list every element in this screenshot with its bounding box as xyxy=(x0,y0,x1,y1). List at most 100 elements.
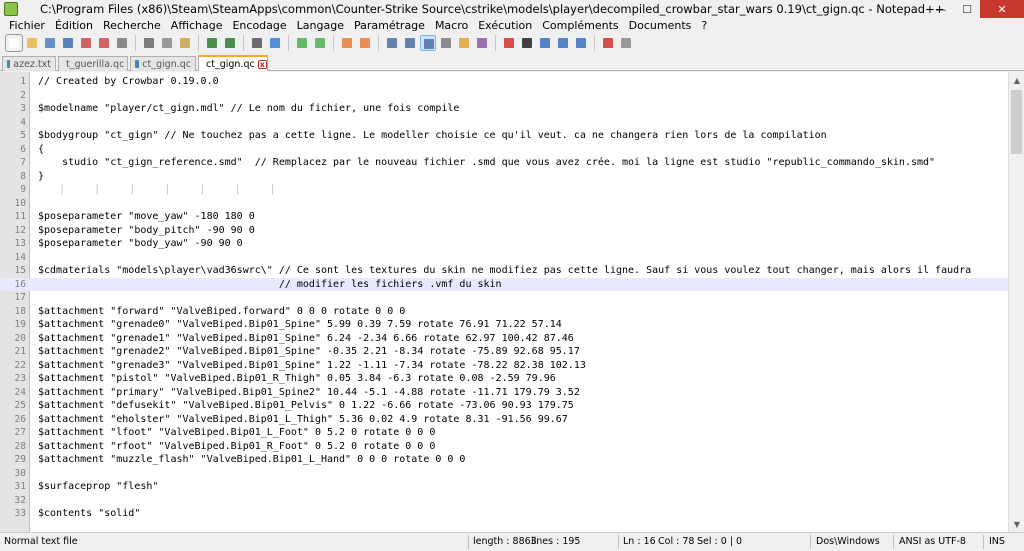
run-macro-multiple-icon[interactable] xyxy=(555,35,571,51)
line-text: | | | | | | | xyxy=(38,184,277,195)
code-line[interactable]: 12 $poseparameter "body_pitch" -90 90 0 xyxy=(0,224,1008,238)
play-macro-icon[interactable] xyxy=(537,35,553,51)
close-file-icon[interactable] xyxy=(78,35,94,51)
tab-azez[interactable]: azez.txt xyxy=(2,56,56,71)
close-tab-icon[interactable]: x xyxy=(257,59,267,69)
code-line[interactable]: 15 $cdmaterials "models\player\vad36swrc\… xyxy=(0,264,1008,278)
redo-icon[interactable] xyxy=(222,35,238,51)
code-line[interactable]: 7 studio "ct_gign_reference.smd" // Remp… xyxy=(0,156,1008,170)
scroll-up-icon[interactable]: ▲ xyxy=(1009,72,1024,88)
menu-edition[interactable]: Édition xyxy=(50,19,98,32)
menu-documents[interactable]: Documents xyxy=(624,19,697,32)
editor-area[interactable]: 1// Created by Crowbar 0.19.0.0 2 3 $modeln… xyxy=(0,72,1024,532)
code-line[interactable]: 3 $modelname "player/ct_gign.mdl" // Le n… xyxy=(0,102,1008,116)
save-macro-icon[interactable] xyxy=(573,35,589,51)
sync-horizontal-icon[interactable] xyxy=(357,35,373,51)
function-list-icon[interactable] xyxy=(474,35,490,51)
menu-complements[interactable]: Compléments xyxy=(537,19,623,32)
minimize-button[interactable]: — xyxy=(928,0,954,18)
code-line[interactable]: 17 xyxy=(0,291,1008,305)
line-text: $attachment "pistol" "ValveBiped.Bip01_R… xyxy=(38,373,556,384)
paste-icon[interactable] xyxy=(177,35,193,51)
show-all-characters-icon[interactable] xyxy=(402,35,418,51)
copy-icon[interactable] xyxy=(159,35,175,51)
code-line[interactable]: 25 $attachment "defusekit" "ValveBiped.Bi… xyxy=(0,399,1008,413)
code-line[interactable]: 30 xyxy=(0,467,1008,481)
line-text: $attachment "forward" "ValveBiped.forwar… xyxy=(38,305,406,317)
save-all-icon[interactable] xyxy=(60,35,76,51)
menu-recherche[interactable]: Recherche xyxy=(98,19,166,32)
status-eol-format: Dos\Windows xyxy=(816,536,880,547)
stop-macro-icon[interactable] xyxy=(519,35,535,51)
close-button[interactable]: ✕ xyxy=(980,0,1024,18)
line-text: } xyxy=(38,170,45,182)
code-line[interactable]: 18 $attachment "forward" "ValveBiped.forw… xyxy=(0,305,1008,319)
code-line[interactable]: 33 $contents "solid" xyxy=(0,507,1008,521)
find-icon[interactable] xyxy=(249,35,265,51)
code-line[interactable]: 13 $poseparameter "body_yaw" -90 90 0 xyxy=(0,237,1008,251)
menu-langage[interactable]: Langage xyxy=(292,19,349,32)
scroll-down-icon[interactable]: ▼ xyxy=(1009,516,1024,532)
new-file-icon[interactable] xyxy=(5,34,23,52)
code-line[interactable]: 22 $attachment "grenade3" "ValveBiped.Bip… xyxy=(0,359,1008,373)
scroll-thumb[interactable] xyxy=(1011,90,1022,154)
vertical-scrollbar[interactable]: ▲ ▼ xyxy=(1008,72,1024,532)
menu-fichier[interactable]: Fichier xyxy=(4,19,50,32)
open-folder-icon[interactable] xyxy=(24,35,40,51)
code-line[interactable]: 20 $attachment "grenade1" "ValveBiped.Bip… xyxy=(0,332,1008,346)
code-line[interactable]: 10 xyxy=(0,197,1008,211)
code-line[interactable]: 24 $attachment "primary" "ValveBiped.Bip0… xyxy=(0,386,1008,400)
menu-help[interactable]: ? xyxy=(696,19,712,32)
code-line[interactable]: 26 $attachment "eholster" "ValveBiped.Bip… xyxy=(0,413,1008,427)
code-line[interactable]: 28 $attachment "rfoot" "ValveBiped.Bip01_… xyxy=(0,440,1008,454)
code-line[interactable]: 21 $attachment "grenade2" "ValveBiped.Bip… xyxy=(0,345,1008,359)
code-line[interactable]: 11 $poseparameter "move_yaw" -180 180 0 xyxy=(0,210,1008,224)
print-icon[interactable] xyxy=(114,35,130,51)
tab-ct-gign[interactable]: ct_gign.qc xyxy=(130,56,196,71)
line-text: $contents "solid" xyxy=(38,508,141,519)
menu-affichage[interactable]: Affichage xyxy=(166,19,228,32)
menu-macro[interactable]: Macro xyxy=(430,19,473,32)
line-number: 22 xyxy=(14,359,26,371)
code-line[interactable]: 31 $surfaceprop "flesh" xyxy=(0,480,1008,494)
code-line[interactable]: 5 $bodygroup "ct_gign" // Ne touchez pas … xyxy=(0,129,1008,143)
indent-guide-icon[interactable] xyxy=(420,35,436,51)
maximize-button[interactable]: ☐ xyxy=(954,0,980,18)
status-bar: Normal text file length : 8863 lines : 1… xyxy=(0,532,1024,551)
code-line[interactable]: 8} xyxy=(0,170,1008,184)
code-line[interactable]: 16 // modifier les fichiers .vmf du skin xyxy=(0,277,1008,291)
code-lines[interactable]: 1// Created by Crowbar 0.19.0.0 2 3 $modeln… xyxy=(0,72,1008,532)
replace-icon[interactable] xyxy=(267,35,283,51)
define-language-icon[interactable] xyxy=(438,35,454,51)
word-wrap-icon[interactable] xyxy=(384,35,400,51)
sync-vertical-icon[interactable] xyxy=(339,35,355,51)
tab-ct-gign-active[interactable]: ct_gign.qc x xyxy=(198,55,268,71)
code-line[interactable]: 14 xyxy=(0,251,1008,265)
code-line[interactable]: 6{ xyxy=(0,143,1008,157)
code-line[interactable]: 19 $attachment "grenade0" "ValveBiped.Bip… xyxy=(0,318,1008,332)
status-encoding: ANSI as UTF-8 xyxy=(899,536,966,547)
code-line[interactable]: 29 $attachment "muzzle_flash" "ValveBiped… xyxy=(0,453,1008,467)
tab-t-guerilla[interactable]: t_guerilla.qc xyxy=(58,56,128,71)
close-all-icon[interactable] xyxy=(96,35,112,51)
zoom-in-icon[interactable] xyxy=(294,35,310,51)
code-line[interactable]: 32 xyxy=(0,494,1008,508)
code-line[interactable]: 9 | | | | | | | xyxy=(0,183,1008,197)
undo-icon[interactable] xyxy=(204,35,220,51)
record-macro-icon[interactable] xyxy=(501,35,517,51)
cut-icon[interactable] xyxy=(141,35,157,51)
menu-parametrage[interactable]: Paramétrage xyxy=(349,19,430,32)
doc-map-icon[interactable] xyxy=(456,35,472,51)
code-line[interactable]: 4 xyxy=(0,116,1008,130)
zoom-out-icon[interactable] xyxy=(312,35,328,51)
code-line[interactable]: 27 $attachment "lfoot" "ValveBiped.Bip01_… xyxy=(0,426,1008,440)
code-line[interactable]: 1 // Created by Crowbar 0.19.0.0 xyxy=(0,75,1008,89)
save-icon[interactable] xyxy=(42,35,58,51)
menu-encodage[interactable]: Encodage xyxy=(227,19,291,32)
spell-check-options-icon[interactable] xyxy=(618,35,634,51)
spell-check-icon[interactable] xyxy=(600,35,616,51)
line-text: // Created by Crowbar 0.19.0.0 xyxy=(38,76,219,87)
menu-execution[interactable]: Exécution xyxy=(473,19,537,32)
code-line[interactable]: 23 $attachment "pistol" "ValveBiped.Bip01… xyxy=(0,372,1008,386)
code-line[interactable]: 2 xyxy=(0,89,1008,103)
